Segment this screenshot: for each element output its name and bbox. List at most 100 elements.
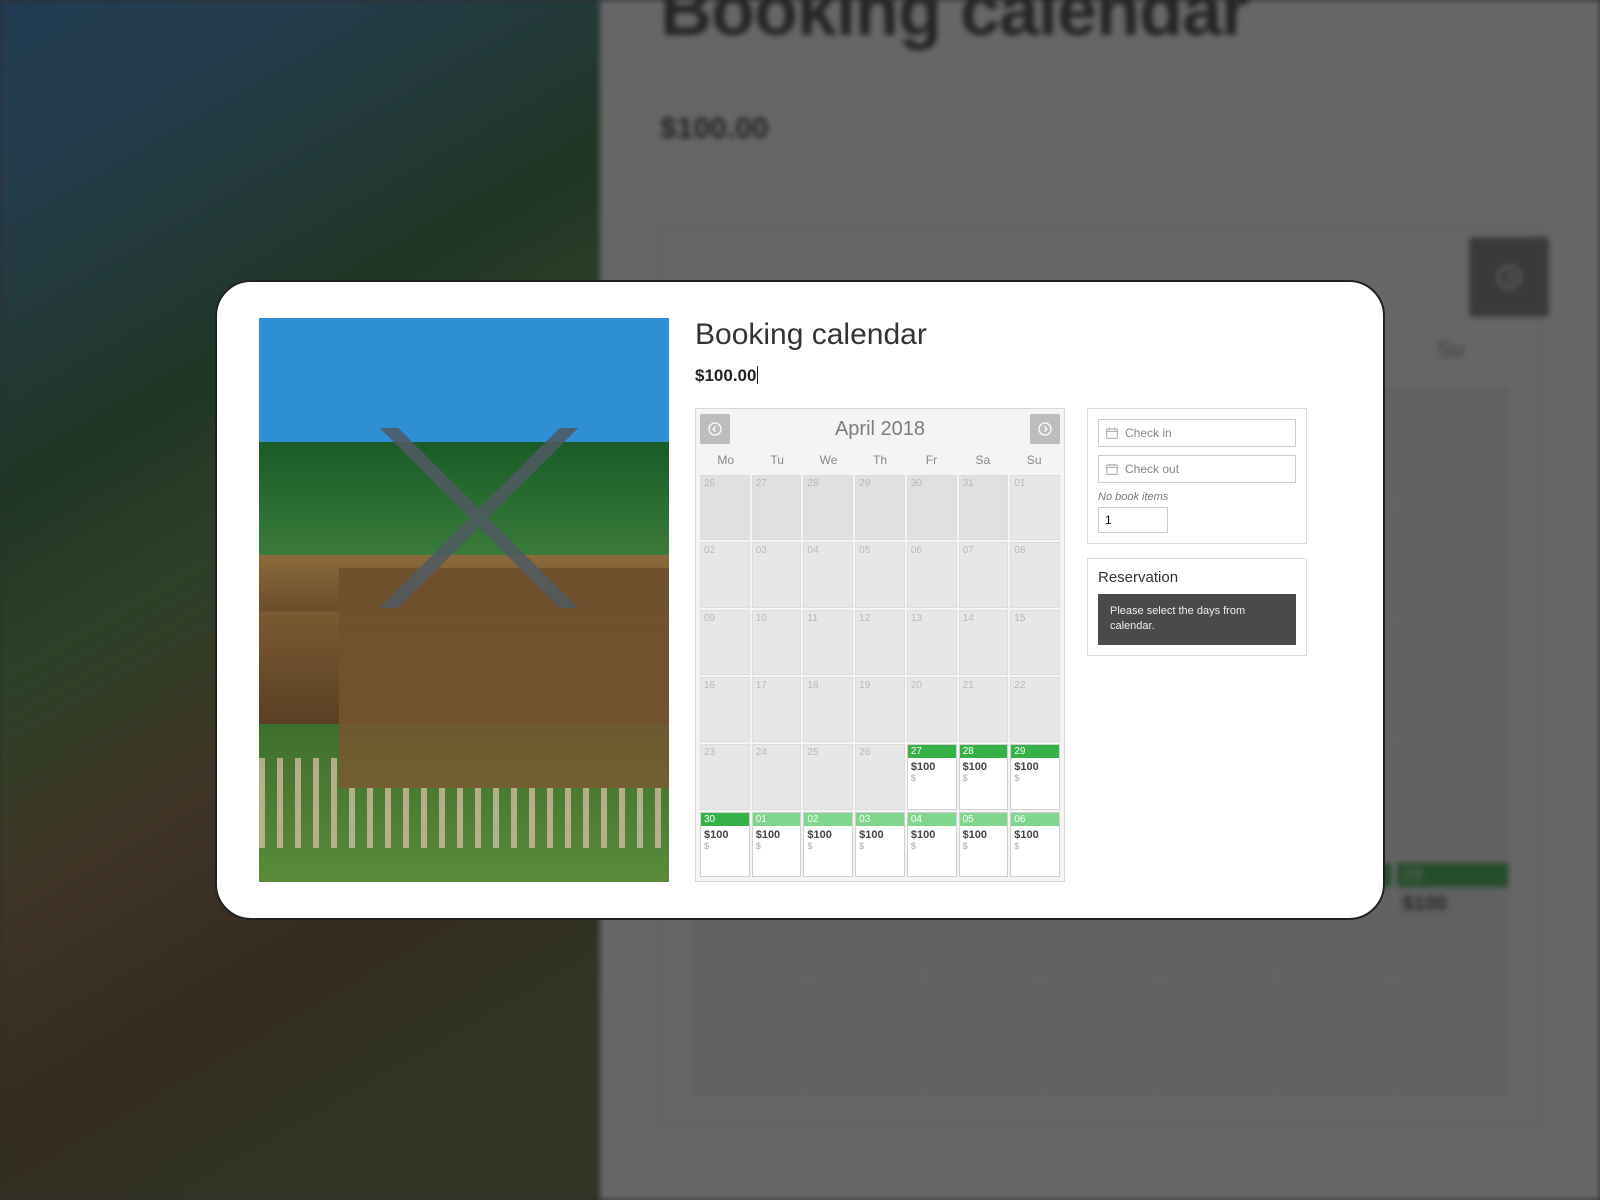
calendar-day-number: 11 [807, 613, 817, 624]
calendar-day-price: $100 [856, 826, 904, 841]
calendar-day-subprice: $ [908, 841, 956, 851]
items-count-input[interactable] [1098, 507, 1168, 533]
calendar-day-subprice: $ [804, 841, 852, 851]
booking-form-panel: Check in Check out No book items [1087, 408, 1307, 544]
calendar-icon [1105, 426, 1119, 440]
calendar-day-subprice: $ [908, 773, 956, 783]
calendar-day-cell: 07 [959, 542, 1009, 607]
calendar-day-cell[interactable]: 28$100$ [959, 744, 1009, 809]
calendar-day-cell[interactable]: 06$100$ [1010, 812, 1060, 877]
calendar-day-price: $100 [908, 758, 956, 773]
calendar-day-cell: 19 [855, 677, 905, 742]
calendar-day-cell: 21 [959, 677, 1009, 742]
calendar-day-cell: 06 [907, 542, 957, 607]
calendar-day-cell[interactable]: 30$100$ [700, 812, 750, 877]
product-title: Booking calendar [695, 318, 1341, 352]
calendar-next-button[interactable] [1030, 414, 1060, 444]
calendar-day-cell: 15 [1010, 610, 1060, 675]
calendar-day-number: 14 [963, 613, 974, 624]
calendar-day-subprice: $ [1011, 841, 1059, 851]
calendar-prev-button[interactable] [700, 414, 730, 444]
calendar-day-number: 23 [704, 747, 715, 758]
calendar-day-price: $100 [804, 826, 852, 841]
calendar-day-cell: 29 [855, 475, 905, 540]
calendar-day-number: 01 [1014, 478, 1025, 489]
calendar-day-cell: 05 [855, 542, 905, 607]
calendar-day-number: 06 [911, 545, 922, 556]
calendar-day-cell: 25 [803, 744, 853, 809]
checkout-input[interactable]: Check out [1098, 455, 1296, 483]
calendar-day-number: 27 [908, 745, 956, 758]
calendar-day-number: 25 [807, 747, 818, 758]
calendar-day-number: 04 [807, 545, 818, 556]
calendar-icon [1105, 462, 1119, 476]
calendar-day-cell[interactable]: 02$100$ [803, 812, 853, 877]
booking-modal: Booking calendar $100.00 April 2018 MoTu… [215, 280, 1385, 920]
calendar-day-cell: 24 [752, 744, 802, 809]
calendar-day-number: 01 [753, 813, 801, 826]
calendar-day-cell: 28 [803, 475, 853, 540]
calendar-day-price: $100 [1011, 758, 1059, 773]
calendar-day-cell: 26 [855, 744, 905, 809]
calendar-day-number: 16 [704, 680, 715, 691]
calendar-day-price: $100 [960, 758, 1008, 773]
calendar-day-cell: 13 [907, 610, 957, 675]
calendar-day-number: 26 [859, 747, 870, 758]
calendar-weekday: Tu [751, 449, 802, 471]
calendar-day-price: $100 [908, 826, 956, 841]
calendar-day-number: 02 [804, 813, 852, 826]
calendar-day-subprice: $ [701, 841, 749, 851]
reservation-panel: Reservation Please select the days from … [1087, 558, 1307, 656]
calendar-weekday: Su [1009, 449, 1060, 471]
calendar-day-cell[interactable]: 27$100$ [907, 744, 957, 809]
calendar-day-cell[interactable]: 29$100$ [1010, 744, 1060, 809]
calendar-day-cell[interactable]: 01$100$ [752, 812, 802, 877]
calendar-day-number: 31 [963, 478, 974, 489]
calendar-weekday: We [803, 449, 854, 471]
calendar-day-number: 19 [859, 680, 870, 691]
calendar-day-cell: 30 [907, 475, 957, 540]
calendar-day-number: 28 [807, 478, 818, 489]
calendar-day-price: $100 [960, 826, 1008, 841]
calendar-day-cell: 11 [803, 610, 853, 675]
calendar-day-number: 10 [756, 613, 767, 624]
calendar-day-number: 06 [1011, 813, 1059, 826]
calendar-day-number: 30 [911, 478, 922, 489]
calendar-weekday: Fr [906, 449, 957, 471]
reservation-title: Reservation [1098, 569, 1296, 586]
calendar-day-cell[interactable]: 05$100$ [959, 812, 1009, 877]
calendar-weekday: Sa [957, 449, 1008, 471]
calendar-day-number: 22 [1014, 680, 1025, 691]
calendar-day-number: 27 [756, 478, 767, 489]
calendar-day-cell: 20 [907, 677, 957, 742]
calendar-day-subprice: $ [856, 841, 904, 851]
product-price: $100.00 [695, 366, 1341, 386]
calendar-day-number: 05 [859, 545, 870, 556]
calendar-day-price: $100 [753, 826, 801, 841]
calendar-day-cell: 04 [803, 542, 853, 607]
calendar-day-number: 13 [911, 613, 922, 624]
calendar-day-subprice: $ [1011, 773, 1059, 783]
calendar-day-price: $100 [701, 826, 749, 841]
checkin-input[interactable]: Check in [1098, 419, 1296, 447]
calendar-day-cell: 22 [1010, 677, 1060, 742]
calendar-day-cell: 02 [700, 542, 750, 607]
calendar-day-number: 05 [960, 813, 1008, 826]
calendar-day-number: 29 [1011, 745, 1059, 758]
items-count-label: No book items [1098, 491, 1296, 503]
calendar-day-number: 24 [756, 747, 767, 758]
calendar-day-cell: 03 [752, 542, 802, 607]
calendar-day-number: 17 [756, 680, 767, 691]
calendar-day-cell: 10 [752, 610, 802, 675]
calendar-day-number: 15 [1014, 613, 1025, 624]
calendar-day-number: 30 [701, 813, 749, 826]
calendar-day-number: 04 [908, 813, 956, 826]
calendar-day-cell[interactable]: 03$100$ [855, 812, 905, 877]
calendar-day-number: 02 [704, 545, 715, 556]
calendar-day-number: 29 [859, 478, 870, 489]
calendar-day-cell: 09 [700, 610, 750, 675]
calendar-day-cell[interactable]: 04$100$ [907, 812, 957, 877]
calendar-day-subprice: $ [960, 841, 1008, 851]
calendar-day-cell: 31 [959, 475, 1009, 540]
calendar-day-cell: 08 [1010, 542, 1060, 607]
